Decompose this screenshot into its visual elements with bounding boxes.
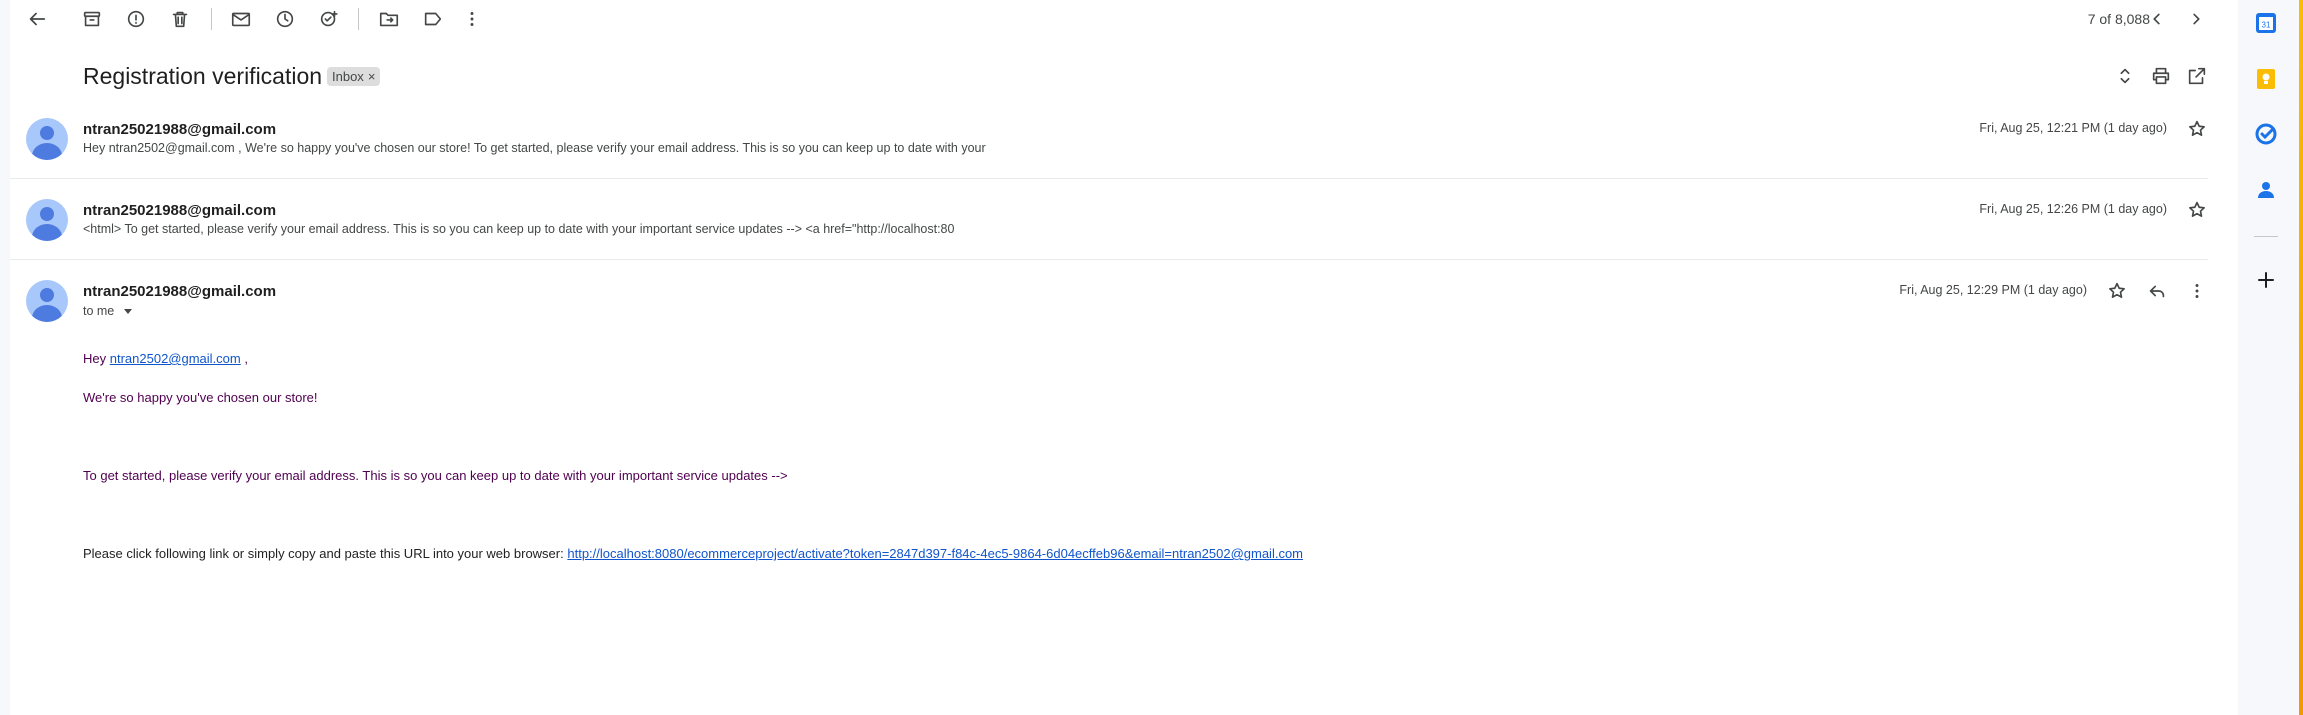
remove-label-icon[interactable]: × xyxy=(368,69,376,84)
message-date: Fri, Aug 25, 12:21 PM (1 day ago) xyxy=(1979,121,2167,135)
snooze-icon[interactable] xyxy=(265,0,305,39)
message-date: Fri, Aug 25, 12:29 PM (1 day ago) xyxy=(1899,283,2087,297)
print-icon[interactable] xyxy=(2141,56,2181,96)
older-chevron-right-icon[interactable] xyxy=(2176,0,2216,39)
tasks-app-icon[interactable] xyxy=(2254,122,2278,146)
greeting-prefix: Hey xyxy=(83,351,107,366)
show-details-caret-icon[interactable] xyxy=(124,308,133,314)
message-snippet[interactable]: Hey ntran2502@gmail.com , We're so happy… xyxy=(83,141,986,155)
message-divider xyxy=(10,178,2208,179)
star-icon[interactable] xyxy=(2177,190,2217,230)
avatar xyxy=(26,118,68,160)
newer-chevron-left-icon[interactable] xyxy=(2137,0,2177,39)
delete-icon[interactable] xyxy=(160,0,200,39)
message-counter: 7 of 8,088 xyxy=(2087,11,2150,27)
add-to-tasks-icon[interactable] xyxy=(309,0,349,39)
body-line-instructions: Please click following link or simply co… xyxy=(83,546,1303,561)
message-divider xyxy=(10,259,2208,260)
message-snippet[interactable]: <html> To get started, please verify you… xyxy=(83,222,954,236)
greeting-line: Hey ntran2502@gmail.com , xyxy=(83,351,248,366)
avatar xyxy=(26,280,68,322)
move-to-icon[interactable] xyxy=(369,0,409,39)
label-chip-text: Inbox xyxy=(332,69,364,84)
label-icon[interactable] xyxy=(413,0,453,39)
thread-subject: Registration verification xyxy=(83,63,323,89)
get-addons-plus-icon[interactable] xyxy=(2254,268,2278,292)
body-line-chosen-store: We're so happy you've chosen our store! xyxy=(83,390,318,405)
message-date: Fri, Aug 25, 12:26 PM (1 day ago) xyxy=(1979,202,2167,216)
avatar xyxy=(26,199,68,241)
message-sender[interactable]: ntran25021988@gmail.com xyxy=(83,202,276,219)
recipient-text: to me xyxy=(83,304,115,318)
star-icon[interactable] xyxy=(2177,109,2217,149)
keep-app-icon[interactable] xyxy=(2254,67,2278,91)
activation-link[interactable]: http://localhost:8080/ecommerceproject/a… xyxy=(567,546,1303,561)
open-new-window-icon[interactable] xyxy=(2177,56,2217,96)
more-vert-icon[interactable] xyxy=(2177,271,2217,311)
archive-icon[interactable] xyxy=(72,0,112,39)
greeting-suffix: , xyxy=(244,351,248,366)
inbox-label-chip: Inbox × xyxy=(327,67,381,86)
star-icon[interactable] xyxy=(2097,271,2137,311)
calendar-app-icon[interactable]: 31 xyxy=(2254,11,2278,35)
toolbar-divider xyxy=(211,8,212,30)
message-sender[interactable]: ntran25021988@gmail.com xyxy=(83,121,276,138)
report-spam-icon[interactable] xyxy=(116,0,156,39)
recipient-details[interactable]: to me xyxy=(83,304,133,318)
side-panel-edge-accent xyxy=(2299,0,2303,715)
message-sender[interactable]: ntran25021988@gmail.com xyxy=(83,283,276,300)
instructions-text: Please click following link or simply co… xyxy=(83,546,564,561)
side-panel-divider xyxy=(2254,236,2278,237)
greeting-email-link[interactable]: ntran2502@gmail.com xyxy=(110,351,241,366)
body-line-verify: To get started, please verify your email… xyxy=(83,468,788,483)
toolbar-divider xyxy=(358,8,359,30)
expand-all-icon[interactable] xyxy=(2105,56,2145,96)
reply-icon[interactable] xyxy=(2137,271,2177,311)
left-edge xyxy=(0,0,10,715)
mail-view: 7 of 8,088 Registration verification Inb… xyxy=(0,0,2238,715)
mark-unread-icon[interactable] xyxy=(221,0,261,39)
calendar-day-number: 31 xyxy=(2262,21,2271,30)
back-arrow-icon[interactable] xyxy=(17,0,57,39)
more-vert-icon[interactable] xyxy=(452,0,492,39)
contacts-app-icon[interactable] xyxy=(2254,178,2278,202)
